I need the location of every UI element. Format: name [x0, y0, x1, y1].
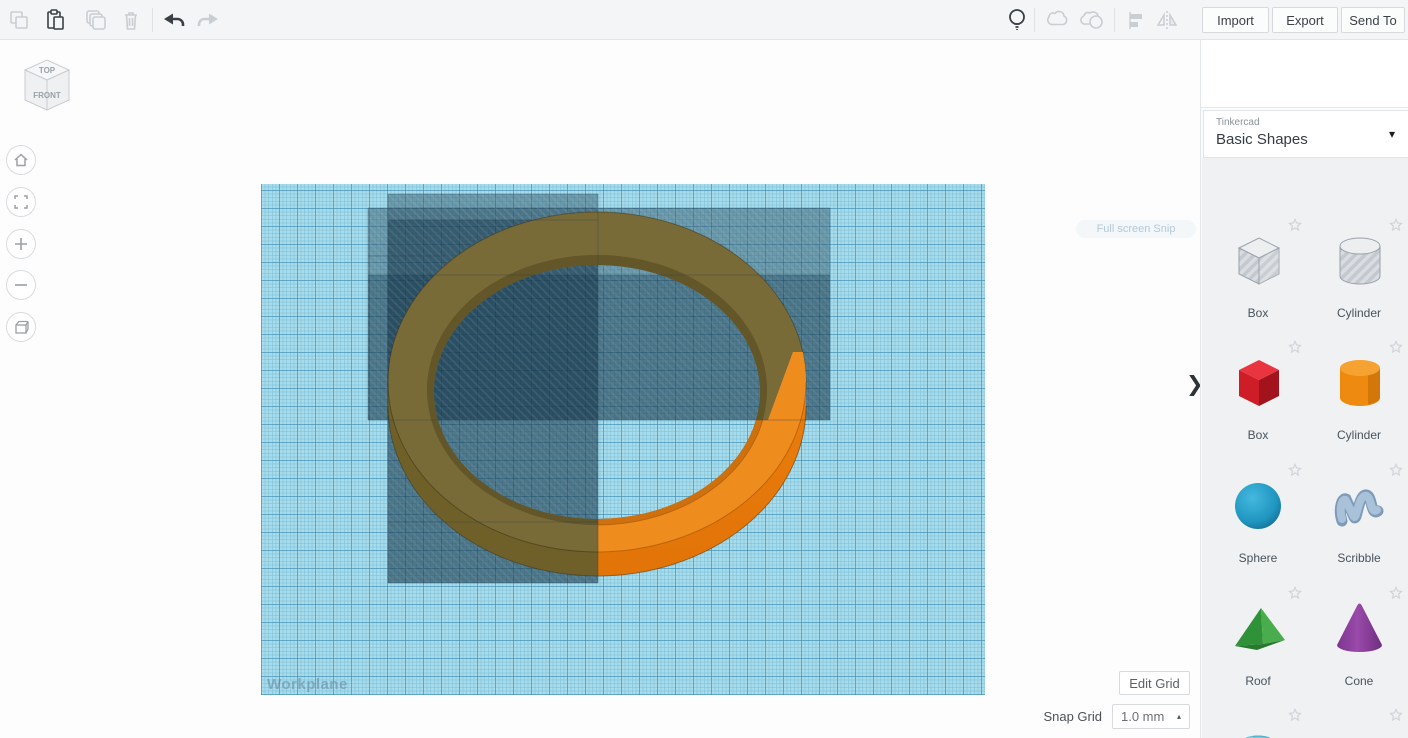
- snap-grid-value: 1.0 mm: [1121, 709, 1165, 724]
- shape-card-sphere[interactable]: Sphere: [1212, 463, 1304, 581]
- 3d-scene[interactable]: [261, 184, 985, 695]
- shape-label: Box: [1247, 428, 1269, 442]
- shapes-panel: Workplane Ruler Tinkercad Basic Shapes ▾: [1200, 40, 1408, 738]
- zoom-in-button[interactable]: [6, 229, 36, 259]
- shape-card-cone[interactable]: Cone: [1313, 586, 1405, 704]
- favorite-star-icon[interactable]: [1288, 463, 1302, 482]
- edit-grid-button[interactable]: Edit Grid: [1119, 671, 1190, 695]
- favorite-star-icon[interactable]: [1389, 463, 1403, 482]
- zoom-out-button[interactable]: [6, 270, 36, 300]
- toolbar-divider: [1034, 8, 1035, 32]
- snap-grid-label: Snap Grid: [1043, 709, 1102, 724]
- favorite-star-icon[interactable]: [1288, 340, 1302, 359]
- shape-label: Cylinder: [1336, 428, 1381, 442]
- group-icon[interactable]: [1042, 5, 1072, 35]
- shape-label: Cylinder: [1336, 306, 1381, 320]
- favorite-star-icon[interactable]: [1288, 586, 1302, 605]
- box-shape-icon: [1227, 352, 1289, 419]
- sphere-shape-icon: [1227, 475, 1289, 542]
- cylinder-hole-shape-icon: [1328, 230, 1390, 297]
- shape-card-scribble[interactable]: Scribble: [1313, 463, 1405, 581]
- favorite-star-icon[interactable]: [1288, 218, 1302, 237]
- text-shape-icon: TEXT: [1328, 720, 1390, 738]
- viewcube-front-label: FRONT: [33, 91, 61, 100]
- shapes-gallery: Box Cylinder Box Cylinder Sphere Scribbl…: [1202, 158, 1408, 738]
- ghost-tooltip: Full screen Snip: [1076, 220, 1196, 238]
- scribble-shape-icon: [1328, 475, 1390, 542]
- category-label: Basic Shapes: [1216, 131, 1308, 148]
- favorite-star-icon[interactable]: [1389, 218, 1403, 237]
- brand-label: Tinkercad: [1216, 117, 1260, 128]
- snap-grid-select[interactable]: 1.0 mm ▴: [1112, 704, 1190, 729]
- mirror-icon[interactable]: [1152, 5, 1182, 35]
- view-cube[interactable]: TOP FRONT: [17, 52, 77, 127]
- copy-icon[interactable]: [4, 5, 34, 35]
- perspective-toggle-button[interactable]: [6, 312, 36, 342]
- shape-label: Cone: [1344, 674, 1374, 688]
- tips-lightbulb-icon[interactable]: [1002, 5, 1032, 35]
- caret-up-icon: ▴: [1176, 712, 1181, 721]
- toolbar-divider: [152, 8, 153, 32]
- shape-label: Roof: [1245, 674, 1271, 688]
- shape-category-dropdown[interactable]: Tinkercad Basic Shapes ▾: [1203, 110, 1408, 158]
- home-view-button[interactable]: [6, 145, 36, 175]
- delete-icon[interactable]: [116, 5, 146, 35]
- export-button[interactable]: Export: [1272, 7, 1338, 33]
- shape-card-round-roof[interactable]: [1212, 708, 1304, 738]
- undo-icon[interactable]: [158, 5, 188, 35]
- round-roof-shape-icon: [1227, 720, 1289, 738]
- ungroup-icon[interactable]: [1078, 5, 1108, 35]
- favorite-star-icon[interactable]: [1389, 586, 1403, 605]
- paste-icon[interactable]: [40, 5, 70, 35]
- redo-icon[interactable]: [194, 5, 224, 35]
- shape-card-cylinder-hole[interactable]: Cylinder: [1313, 218, 1405, 336]
- shape-label: Scribble: [1337, 551, 1381, 565]
- shape-card-box[interactable]: Box: [1212, 340, 1304, 458]
- cone-shape-icon: [1328, 598, 1390, 665]
- shape-label: Sphere: [1238, 551, 1278, 565]
- favorite-star-icon[interactable]: [1389, 340, 1403, 359]
- align-icon[interactable]: [1120, 5, 1150, 35]
- send-to-button[interactable]: Send To: [1341, 7, 1405, 33]
- viewcube-top-label: TOP: [39, 66, 56, 75]
- top-toolbar: Import Export Send To: [0, 0, 1408, 40]
- shape-card-roof[interactable]: Roof: [1212, 586, 1304, 704]
- cylinder-shape-icon: [1328, 352, 1390, 419]
- tinkercad-editor: Import Export Send To TOP FRONT Workplan…: [0, 0, 1408, 738]
- fit-view-button[interactable]: [6, 187, 36, 217]
- shape-card-text[interactable]: TEXT: [1313, 708, 1405, 738]
- shape-card-cylinder[interactable]: Cylinder: [1313, 340, 1405, 458]
- favorite-star-icon[interactable]: [1389, 708, 1403, 727]
- shape-card-box-hole[interactable]: Box: [1212, 218, 1304, 336]
- toolbar-divider: [1114, 8, 1115, 32]
- box-hole-shape-icon: [1227, 230, 1289, 297]
- chevron-down-icon: ▾: [1388, 127, 1395, 141]
- duplicate-icon[interactable]: [80, 5, 110, 35]
- shape-label: Box: [1247, 306, 1269, 320]
- roof-shape-icon: [1227, 598, 1289, 665]
- workplane-watermark: Workplane: [267, 676, 348, 693]
- favorite-star-icon[interactable]: [1288, 708, 1302, 727]
- import-button[interactable]: Import: [1202, 7, 1269, 33]
